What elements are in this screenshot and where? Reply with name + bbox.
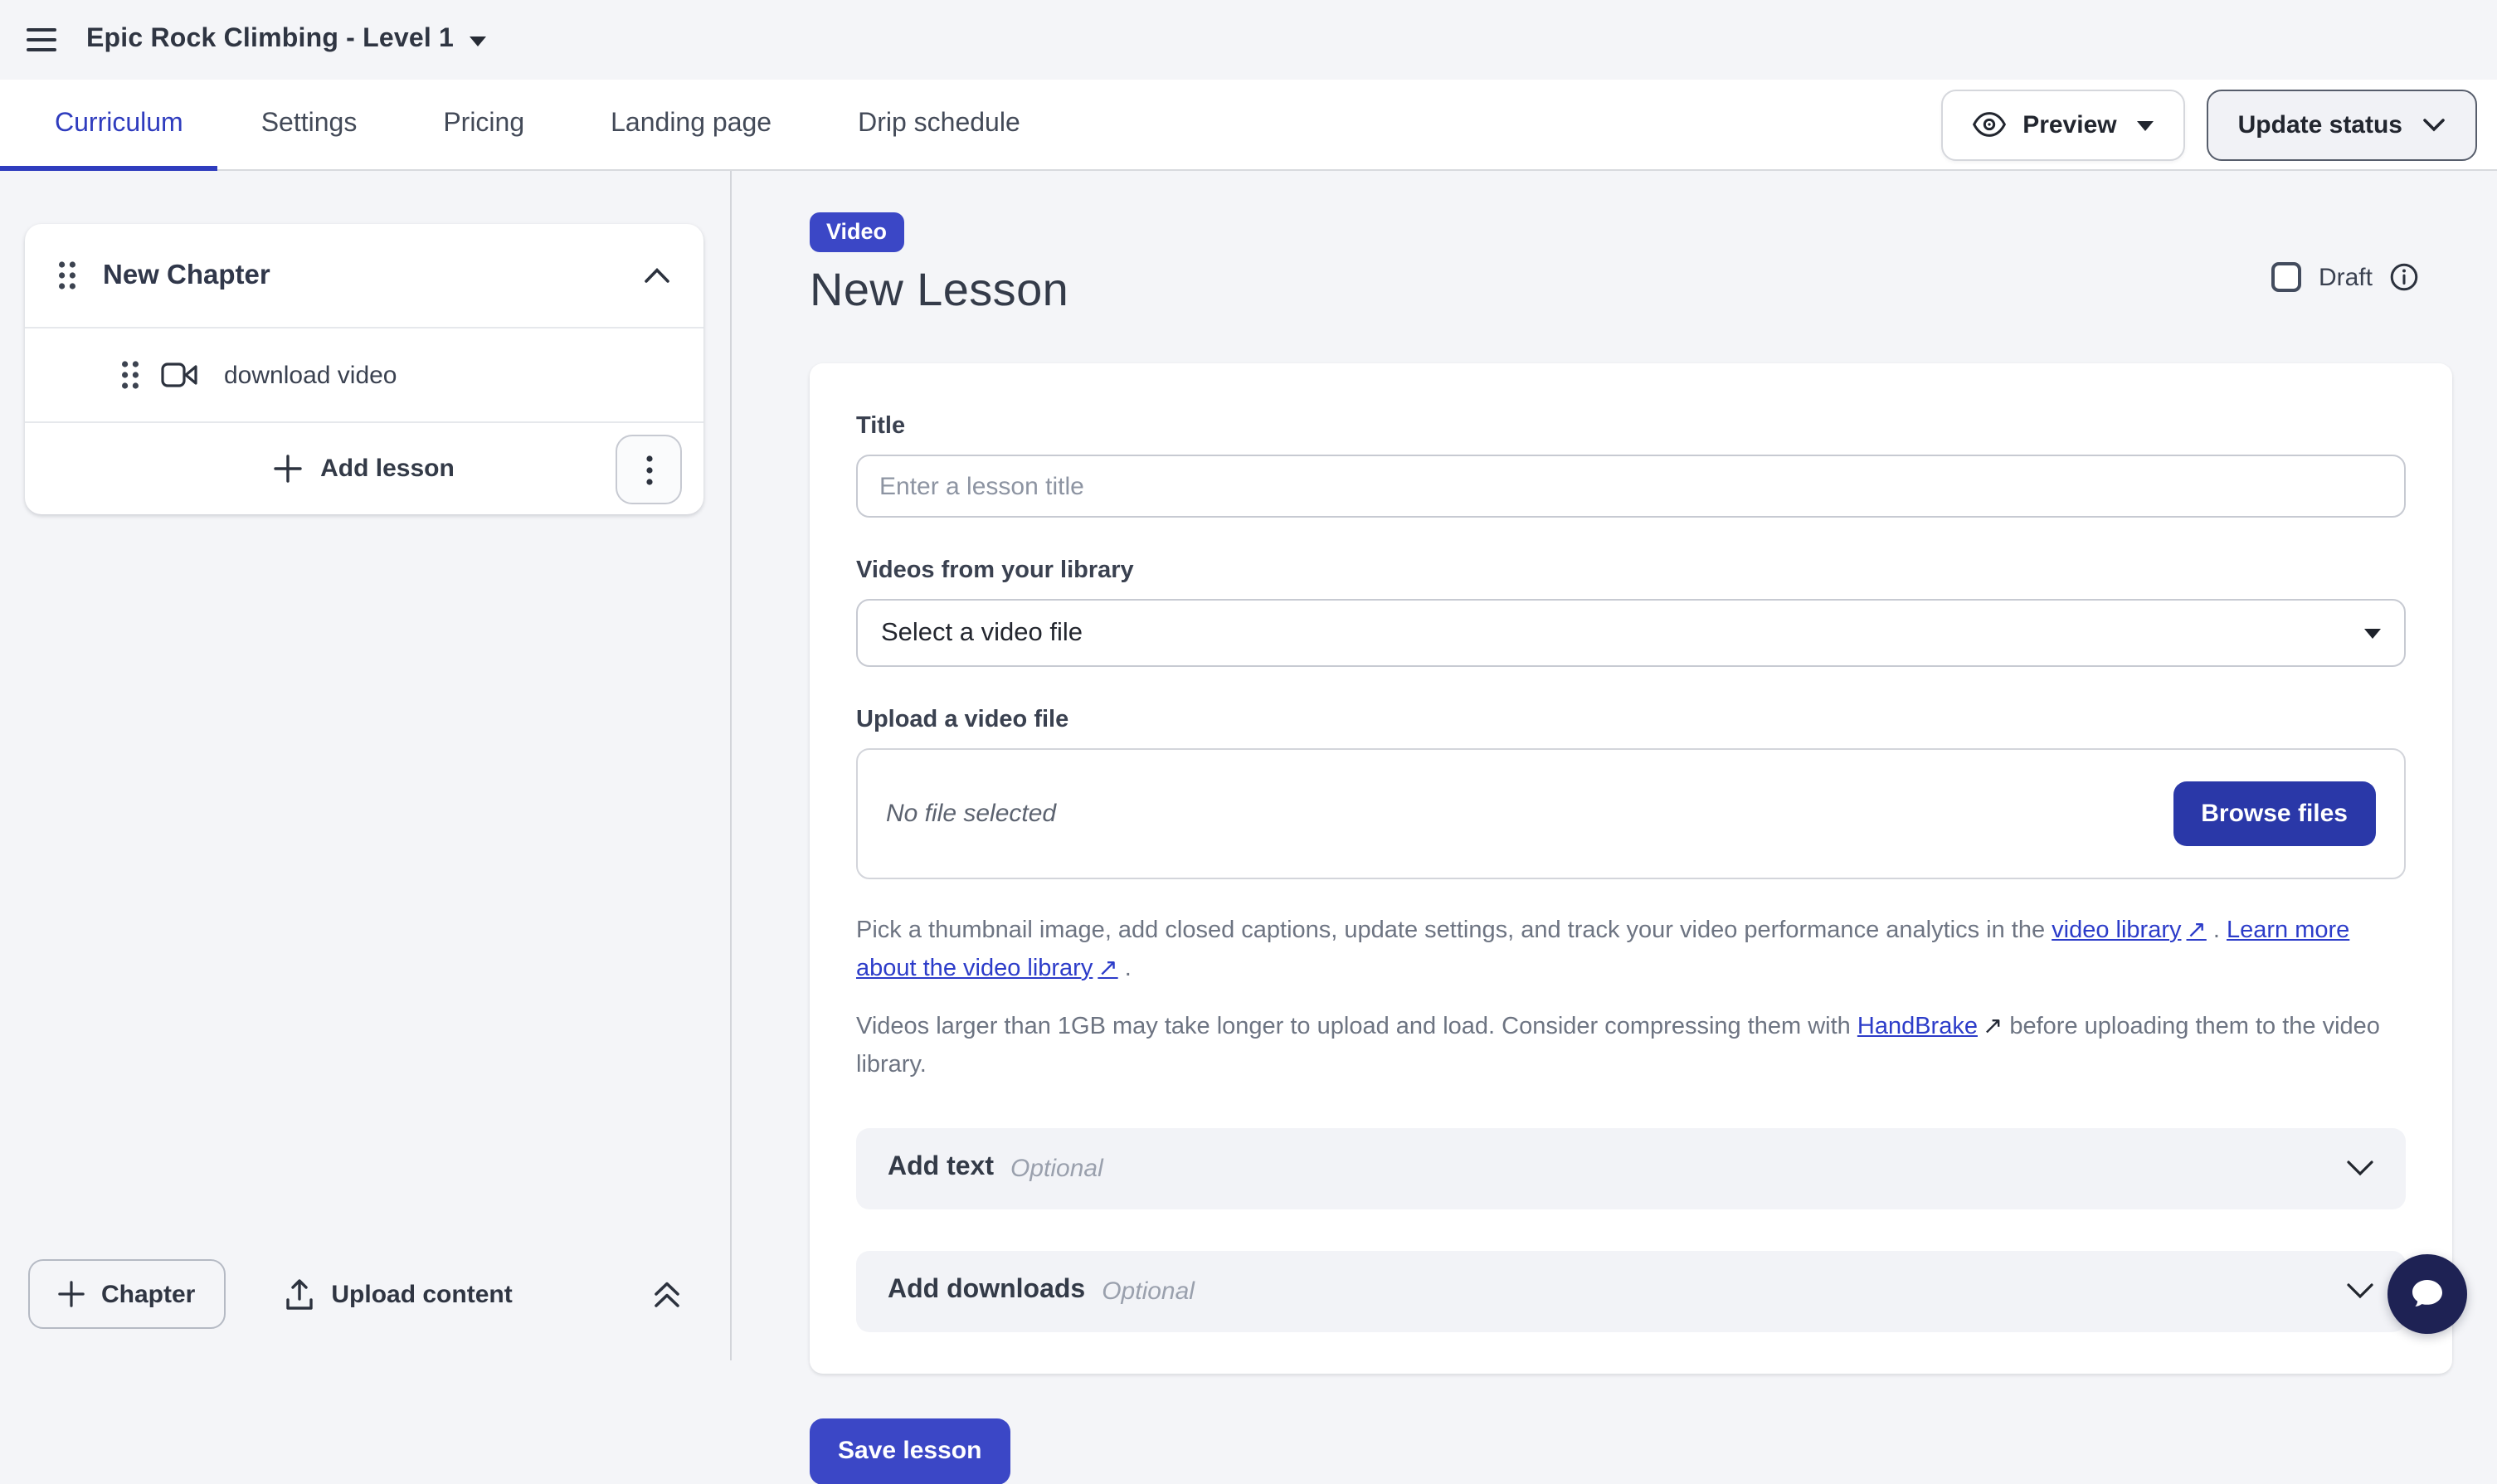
sidebar-footer: Chapter Upload content <box>0 1228 730 1360</box>
video-library-link[interactable]: video library↗ <box>2052 917 2207 944</box>
add-lesson-button[interactable]: Add lesson <box>320 455 455 483</box>
help-text: Pick a thumbnail image, add closed capti… <box>856 917 2052 944</box>
save-lesson-button[interactable]: Save lesson <box>810 1418 1010 1484</box>
no-file-text: No file selected <box>886 800 1056 828</box>
lesson-heading-group: Video New Lesson <box>810 212 1068 317</box>
update-status-button[interactable]: Update status <box>2207 89 2477 160</box>
link-label: video library <box>2052 917 2181 944</box>
chevron-down-icon <box>2346 1160 2374 1176</box>
draft-toggle-group: Draft <box>2272 262 2419 292</box>
video-library-help-text: Pick a thumbnail image, add closed capti… <box>856 912 2406 989</box>
handbrake-link[interactable]: HandBrake <box>1857 1014 1978 1040</box>
upload-content-button[interactable]: Upload content <box>285 1278 512 1310</box>
tab-bar: Curriculum Settings Pricing Landing page… <box>0 80 2497 171</box>
add-lesson-row: Add lesson <box>25 421 703 514</box>
chat-widget-button[interactable] <box>2387 1254 2467 1334</box>
library-label: Videos from your library <box>856 557 2406 584</box>
curriculum-sidebar: New Chapter download video <box>0 171 732 1360</box>
tab-pricing[interactable]: Pricing <box>400 80 567 169</box>
lesson-form-card: Title Videos from your library Select a … <box>810 363 2452 1373</box>
add-downloads-section[interactable]: Add downloads Optional <box>856 1250 2406 1331</box>
chapter-header[interactable]: New Chapter <box>25 224 703 327</box>
lesson-editor: Video New Lesson Draft Title Videos from… <box>732 171 2497 1360</box>
top-bar: Epic Rock Climbing - Level 1 <box>0 0 2497 80</box>
drag-handle-icon[interactable] <box>58 260 76 290</box>
chat-bubble-icon <box>2406 1272 2449 1316</box>
draft-label: Draft <box>2319 263 2373 291</box>
lesson-title: download video <box>224 361 397 389</box>
plus-icon <box>58 1281 85 1307</box>
course-title[interactable]: Epic Rock Climbing - Level 1 <box>86 25 454 55</box>
update-status-label: Update status <box>2238 110 2402 139</box>
tab-curriculum[interactable]: Curriculum <box>0 80 218 169</box>
hamburger-menu-icon[interactable] <box>27 29 56 51</box>
video-camera-icon <box>161 362 197 388</box>
chevron-up-icon[interactable] <box>644 267 670 284</box>
tabs: Curriculum Settings Pricing Landing page… <box>0 80 1064 169</box>
external-link-icon: ↗ <box>1098 956 1117 982</box>
external-link-icon: ↗ <box>1983 1014 2003 1040</box>
browse-files-button[interactable]: Browse files <box>2173 781 2376 846</box>
course-admin-app: Epic Rock Climbing - Level 1 Curriculum … <box>0 0 2497 1360</box>
help-text: . <box>2207 917 2227 944</box>
workspace: New Chapter download video <box>0 171 2497 1360</box>
add-text-label: Add text <box>888 1153 994 1183</box>
add-chapter-label: Chapter <box>101 1280 195 1308</box>
tab-settings[interactable]: Settings <box>218 80 401 169</box>
eye-icon <box>1973 111 2006 138</box>
page-title: New Lesson <box>810 264 1068 317</box>
chapter-menu-button[interactable] <box>616 435 682 504</box>
optional-label: Optional <box>1010 1154 1103 1182</box>
upload-content-label: Upload content <box>331 1280 512 1308</box>
video-library-select[interactable]: Select a video file <box>856 599 2406 667</box>
title-label: Title <box>856 413 2406 440</box>
select-value: Select a video file <box>881 618 1083 648</box>
preview-button[interactable]: Preview <box>1941 89 2184 160</box>
caret-down-icon <box>2137 121 2154 131</box>
lesson-item[interactable]: download video <box>25 327 703 421</box>
plus-icon <box>274 455 302 483</box>
chapter-title: New Chapter <box>103 260 270 291</box>
upload-icon <box>285 1278 313 1310</box>
lesson-header: Video New Lesson Draft <box>810 212 2452 317</box>
help-text: . <box>1118 956 1132 982</box>
drag-handle-icon[interactable] <box>121 360 139 390</box>
caret-down-icon <box>2364 628 2381 638</box>
collapse-all-icon[interactable] <box>652 1280 682 1308</box>
tab-actions: Preview Update status <box>1941 80 2497 169</box>
file-upload-dropzone[interactable]: No file selected Browse files <box>856 748 2406 879</box>
info-icon[interactable] <box>2389 262 2419 292</box>
lesson-type-badge: Video <box>810 212 903 252</box>
external-link-icon: ↗ <box>2187 917 2207 944</box>
chevron-down-icon <box>2346 1282 2374 1299</box>
chevron-down-icon <box>2422 117 2446 132</box>
tab-landing-page[interactable]: Landing page <box>567 80 815 169</box>
tab-drip-schedule[interactable]: Drip schedule <box>815 80 1064 169</box>
caret-down-icon[interactable] <box>469 36 485 46</box>
draft-checkbox[interactable] <box>2272 262 2302 292</box>
add-text-section[interactable]: Add text Optional <box>856 1127 2406 1209</box>
lesson-title-input[interactable] <box>856 455 2406 518</box>
upload-label: Upload a video file <box>856 707 2406 733</box>
preview-label: Preview <box>2022 110 2116 139</box>
help-text: Videos larger than 1GB may take longer t… <box>856 1014 1857 1040</box>
handbrake-help-text: Videos larger than 1GB may take longer t… <box>856 1009 2406 1085</box>
add-downloads-label: Add downloads <box>888 1276 1085 1306</box>
link-label: HandBrake <box>1857 1014 1978 1040</box>
chapter-card: New Chapter download video <box>25 224 703 514</box>
add-chapter-button[interactable]: Chapter <box>28 1259 225 1329</box>
optional-label: Optional <box>1102 1277 1195 1305</box>
